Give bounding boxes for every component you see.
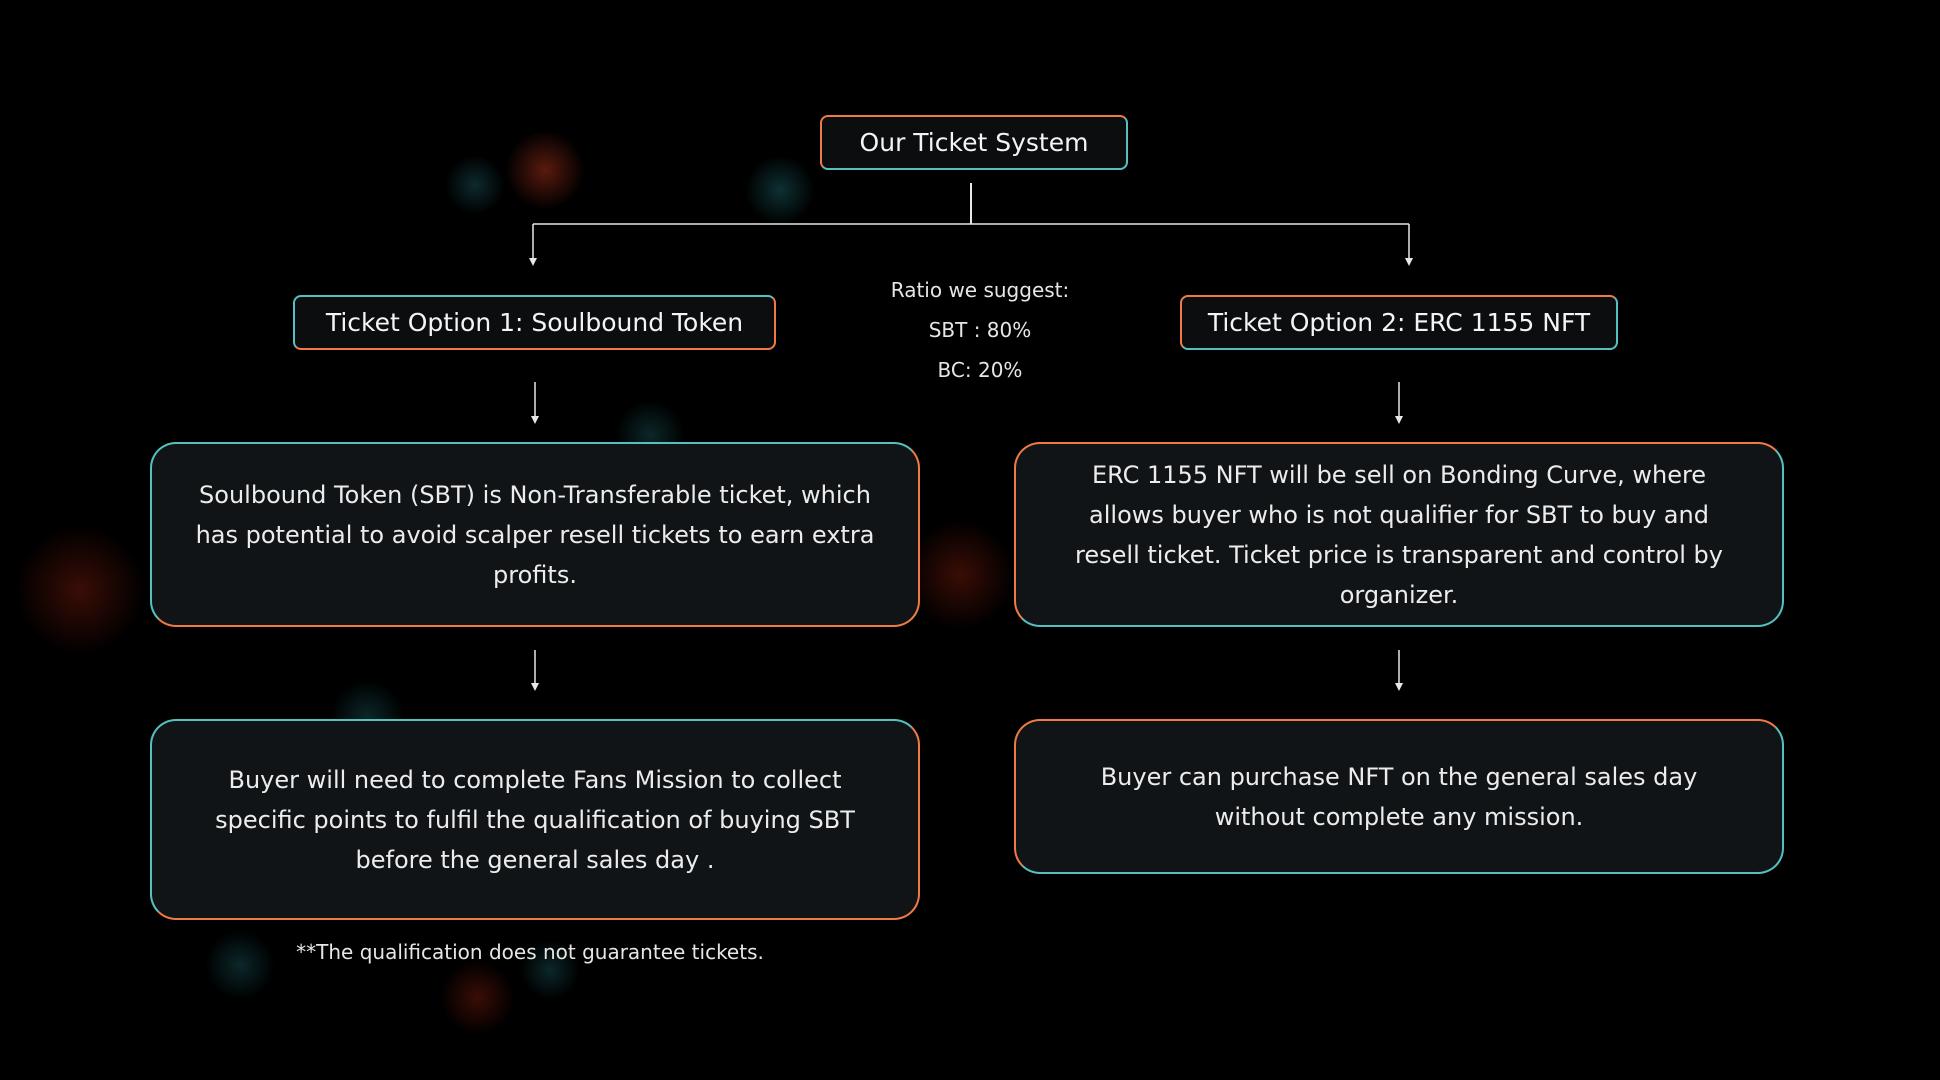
option2-header: Ticket Option 2: ERC 1155 NFT — [1180, 295, 1618, 350]
option1-header: Ticket Option 1: Soulbound Token — [293, 295, 776, 350]
option1-description-card: Soulbound Token (SBT) is Non-Transferabl… — [150, 442, 920, 627]
ratio-suggestion: Ratio we suggest: SBT : 80% BC: 20% — [860, 270, 1100, 390]
ratio-bc: BC: 20% — [937, 358, 1023, 382]
option2-requirement-card: Buyer can purchase NFT on the general sa… — [1014, 719, 1784, 874]
ratio-heading: Ratio we suggest: — [890, 278, 1070, 302]
root-node: Our Ticket System — [820, 115, 1128, 170]
option2-description-card: ERC 1155 NFT will be sell on Bonding Cur… — [1014, 442, 1784, 627]
option2-description: ERC 1155 NFT will be sell on Bonding Cur… — [1075, 460, 1723, 609]
footnote: **The qualification does not guarantee t… — [296, 940, 764, 964]
option1-title: Ticket Option 1: Soulbound Token — [325, 308, 744, 337]
ratio-sbt: SBT : 80% — [928, 318, 1032, 342]
option2-title: Ticket Option 2: ERC 1155 NFT — [1207, 308, 1591, 337]
option2-requirement: Buyer can purchase NFT on the general sa… — [1100, 762, 1698, 831]
option1-description: Soulbound Token (SBT) is Non-Transferabl… — [195, 480, 875, 589]
option1-requirement: Buyer will need to complete Fans Mission… — [215, 765, 855, 874]
root-node-label: Our Ticket System — [859, 128, 1089, 157]
option1-requirement-card: Buyer will need to complete Fans Mission… — [150, 719, 920, 920]
